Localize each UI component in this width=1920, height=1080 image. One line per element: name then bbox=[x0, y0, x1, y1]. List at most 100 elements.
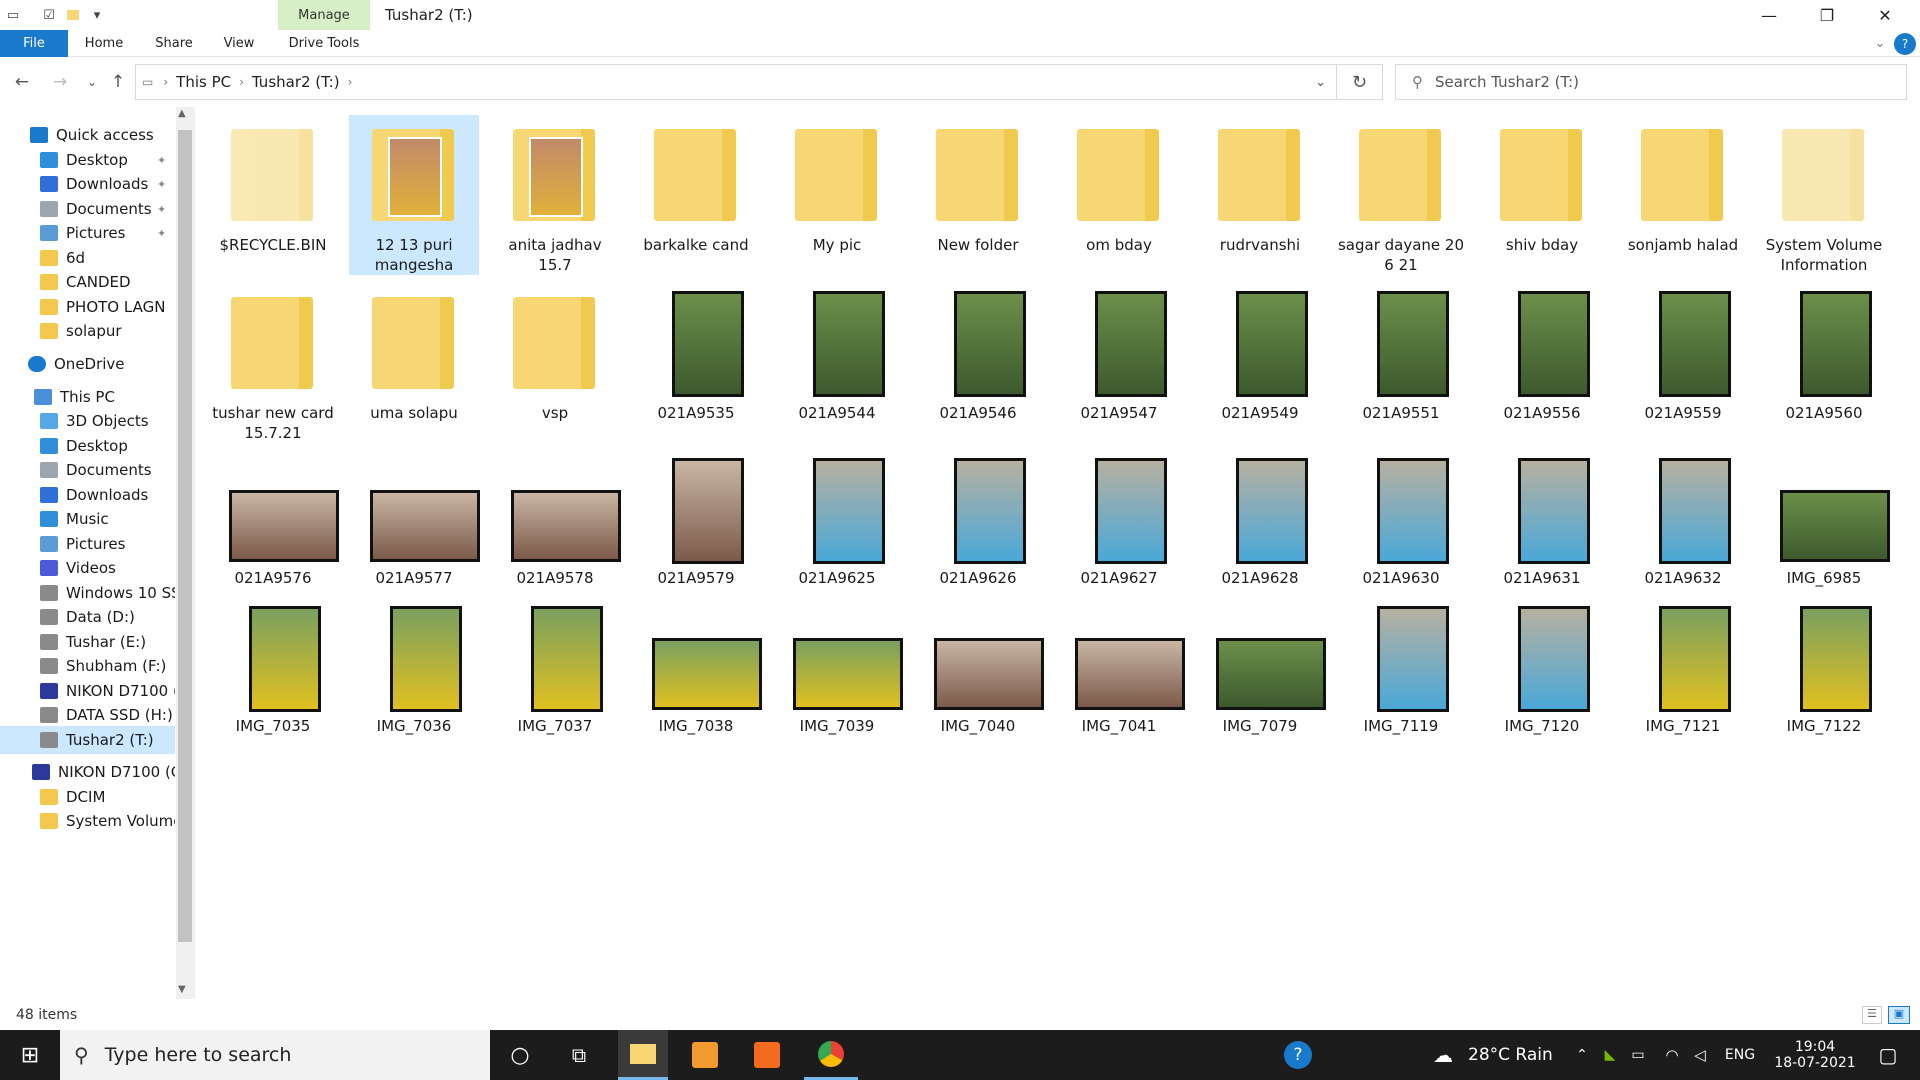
manage-contextual-tab[interactable]: Manage bbox=[278, 0, 370, 30]
folder-item[interactable]: 12 13 puri mangesha bbox=[349, 115, 479, 275]
forward-button[interactable]: → bbox=[48, 70, 72, 94]
nav-item[interactable]: CANDED bbox=[0, 268, 175, 296]
start-button[interactable]: ⊞ bbox=[0, 1030, 60, 1080]
show-hidden-icons-icon[interactable]: ⌃ bbox=[1570, 1030, 1594, 1080]
image-file-item[interactable]: IMG_7041 bbox=[1054, 598, 1185, 736]
chrome-taskbar-icon[interactable] bbox=[804, 1030, 858, 1080]
file-explorer-taskbar-icon[interactable] bbox=[618, 1030, 668, 1080]
breadcrumb-this-pc[interactable]: This PC bbox=[176, 73, 231, 91]
image-file-item[interactable]: 021A9549 bbox=[1195, 283, 1325, 423]
nav-item[interactable]: 3D Objects bbox=[0, 407, 175, 435]
folder-item[interactable]: sagar dayane 20 6 21 bbox=[1336, 115, 1466, 275]
xampp-taskbar-icon[interactable] bbox=[742, 1030, 792, 1080]
scroll-up-icon[interactable]: ▲ bbox=[178, 108, 186, 119]
nav-item[interactable]: Documents bbox=[0, 456, 175, 484]
image-file-item[interactable]: 021A9628 bbox=[1195, 450, 1325, 588]
chevron-right-icon[interactable]: › bbox=[239, 75, 244, 89]
image-file-item[interactable]: IMG_7121 bbox=[1618, 598, 1748, 736]
image-file-item[interactable]: IMG_7079 bbox=[1195, 598, 1326, 736]
image-file-item[interactable]: 021A9578 bbox=[490, 450, 621, 588]
folder-item[interactable]: barkalke cand bbox=[631, 115, 761, 255]
customize-qat-icon[interactable]: ▾ bbox=[88, 6, 106, 24]
tab-file[interactable]: File bbox=[0, 30, 68, 57]
image-file-item[interactable]: 021A9559 bbox=[1618, 283, 1748, 423]
image-file-item[interactable]: 021A9546 bbox=[913, 283, 1043, 423]
image-file-item[interactable]: 021A9547 bbox=[1054, 283, 1184, 423]
tab-share[interactable]: Share bbox=[148, 30, 200, 57]
weather-icon[interactable]: ☁ bbox=[1428, 1030, 1458, 1080]
image-file-item[interactable]: 021A9626 bbox=[913, 450, 1043, 588]
properties-icon[interactable]: ☑ bbox=[40, 6, 58, 24]
folder-item[interactable]: New folder bbox=[913, 115, 1043, 255]
battery-icon[interactable]: ▭ bbox=[1626, 1030, 1650, 1080]
folder-item[interactable]: vsp bbox=[490, 283, 620, 423]
breadcrumb-tushar2[interactable]: Tushar2 (T:) bbox=[252, 73, 340, 91]
nav-item[interactable]: OneDrive bbox=[0, 350, 175, 378]
recent-locations-button[interactable]: ⌄ bbox=[80, 70, 104, 94]
folder-item[interactable]: uma solapu bbox=[349, 283, 479, 423]
image-file-item[interactable]: IMG_7119 bbox=[1336, 598, 1466, 736]
tab-view[interactable]: View bbox=[214, 30, 264, 57]
image-file-item[interactable]: 021A9579 bbox=[631, 450, 761, 588]
image-file-item[interactable]: 021A9544 bbox=[772, 283, 902, 423]
image-file-item[interactable]: 021A9632 bbox=[1618, 450, 1748, 588]
image-file-item[interactable]: IMG_7037 bbox=[490, 598, 620, 736]
image-file-item[interactable]: 021A9556 bbox=[1477, 283, 1607, 423]
volume-icon[interactable]: ◁ bbox=[1688, 1030, 1712, 1080]
minimize-button[interactable]: — bbox=[1740, 0, 1798, 30]
image-file-item[interactable]: IMG_7122 bbox=[1759, 598, 1889, 736]
tab-drive-tools[interactable]: Drive Tools bbox=[278, 30, 370, 57]
folder-item[interactable]: anita jadhav 15.7 bbox=[490, 115, 620, 275]
nav-item[interactable]: Quick access bbox=[0, 121, 175, 149]
new-folder-icon[interactable] bbox=[64, 6, 82, 24]
image-file-item[interactable]: 021A9577 bbox=[349, 450, 480, 588]
weather-text[interactable]: 28°C Rain bbox=[1468, 1030, 1553, 1080]
nav-item[interactable]: Pictures ✦ bbox=[0, 219, 175, 247]
nav-item[interactable]: solapur bbox=[0, 317, 175, 345]
image-file-item[interactable]: 021A9576 bbox=[208, 450, 339, 588]
image-file-item[interactable]: IMG_7120 bbox=[1477, 598, 1607, 736]
refresh-button[interactable]: ↻ bbox=[1337, 64, 1383, 100]
chevron-right-icon[interactable]: › bbox=[163, 75, 168, 89]
folder-item[interactable]: om bday bbox=[1054, 115, 1184, 255]
folder-item[interactable]: sonjamb halad bbox=[1618, 115, 1748, 255]
image-file-item[interactable]: 021A9560 bbox=[1759, 283, 1889, 423]
image-file-item[interactable]: 021A9535 bbox=[631, 283, 761, 423]
search-input[interactable]: ⚲ Search Tushar2 (T:) bbox=[1395, 64, 1907, 100]
nav-item[interactable]: Shubham (F:) bbox=[0, 652, 175, 680]
image-file-item[interactable]: IMG_7039 bbox=[772, 598, 903, 736]
back-button[interactable]: ← bbox=[10, 70, 34, 94]
help-icon[interactable]: ? bbox=[1894, 33, 1916, 55]
tab-home[interactable]: Home bbox=[78, 30, 130, 57]
nav-item[interactable]: Music bbox=[0, 505, 175, 533]
nav-item[interactable]: Tushar2 (T:) bbox=[0, 726, 175, 754]
drive-icon[interactable]: ▭ bbox=[4, 6, 22, 24]
up-button[interactable]: ↑ bbox=[106, 70, 130, 94]
folder-item[interactable]: shiv bday bbox=[1477, 115, 1607, 255]
image-file-item[interactable]: IMG_7035 bbox=[208, 598, 338, 736]
task-view-icon[interactable]: ⧉ bbox=[556, 1030, 602, 1080]
nav-item[interactable]: System Volume I bbox=[0, 807, 175, 835]
language-indicator[interactable]: ENG bbox=[1722, 1030, 1758, 1080]
image-file-item[interactable]: 021A9627 bbox=[1054, 450, 1184, 588]
image-file-item[interactable]: IMG_7038 bbox=[631, 598, 762, 736]
sublime-text-taskbar-icon[interactable] bbox=[680, 1030, 730, 1080]
address-dropdown-icon[interactable]: ⌄ bbox=[1315, 75, 1326, 90]
clock[interactable]: 19:04 18-07-2021 bbox=[1770, 1030, 1860, 1080]
address-bar[interactable]: ▭ › This PC › Tushar2 (T:) › ⌄ bbox=[135, 64, 1337, 100]
folder-item[interactable]: rudrvanshi bbox=[1195, 115, 1325, 255]
nav-item[interactable]: Data (D:) bbox=[0, 603, 175, 631]
nvidia-icon[interactable]: ◣ bbox=[1598, 1030, 1622, 1080]
folder-item[interactable]: System Volume Information bbox=[1759, 115, 1889, 275]
image-file-item[interactable]: 021A9631 bbox=[1477, 450, 1607, 588]
image-file-item[interactable]: IMG_7036 bbox=[349, 598, 479, 736]
nav-item[interactable]: DATA SSD (H:) bbox=[0, 701, 175, 729]
close-button[interactable]: ✕ bbox=[1856, 0, 1914, 30]
folder-item[interactable]: My pic bbox=[772, 115, 902, 255]
cortana-icon[interactable]: ○ bbox=[500, 1030, 540, 1080]
help-tray-icon[interactable]: ? bbox=[1280, 1030, 1316, 1080]
notifications-icon[interactable]: ▢ bbox=[1866, 1030, 1910, 1080]
expand-ribbon-icon[interactable]: ⌄ bbox=[1868, 30, 1892, 57]
image-file-item[interactable]: 021A9630 bbox=[1336, 450, 1466, 588]
network-icon[interactable]: ◠ bbox=[1660, 1030, 1684, 1080]
